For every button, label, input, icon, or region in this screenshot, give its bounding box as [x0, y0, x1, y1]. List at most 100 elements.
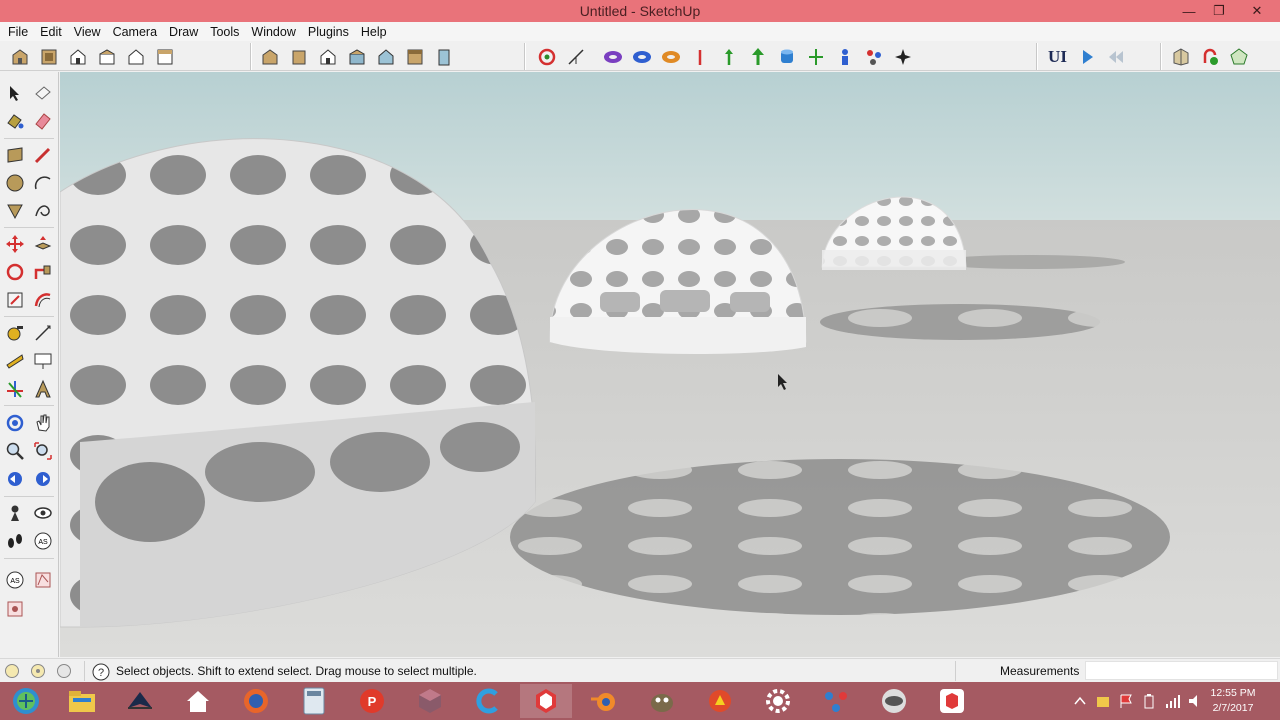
look-around-icon[interactable] [30, 500, 56, 526]
star-molecule-icon[interactable] [859, 44, 888, 70]
wine-icon[interactable] [694, 684, 746, 718]
back-edges-icon[interactable] [284, 44, 313, 70]
tray-signal-icon[interactable] [1160, 690, 1183, 712]
wps-presentation-icon[interactable]: P [346, 684, 398, 718]
windows-start-icon[interactable] [0, 684, 52, 718]
component-options-icon[interactable] [30, 567, 56, 593]
firefox-icon[interactable] [230, 684, 282, 718]
select-arrow-icon[interactable] [2, 80, 28, 106]
menu-tools[interactable]: Tools [204, 25, 245, 39]
credits-icon[interactable] [30, 663, 46, 679]
scale-icon[interactable] [2, 287, 28, 313]
text-icon[interactable] [30, 348, 56, 374]
orbit-sync-icon[interactable] [532, 44, 561, 70]
arc-icon[interactable] [30, 170, 56, 196]
close-button[interactable]: ✕ [1234, 0, 1280, 22]
pencil-icon[interactable] [30, 142, 56, 168]
settings-gear-icon[interactable] [752, 684, 804, 718]
rotate-icon[interactable] [2, 259, 28, 285]
play-icon[interactable] [1072, 44, 1101, 70]
right-view-icon[interactable] [92, 44, 121, 70]
menu-file[interactable]: File [2, 25, 34, 39]
rectangle-icon[interactable] [2, 142, 28, 168]
measurements-input[interactable] [1085, 661, 1278, 680]
menu-draw[interactable]: Draw [163, 25, 204, 39]
minimize-button[interactable]: — [1174, 0, 1204, 22]
taskbar-clock[interactable]: 12:55 PM 2/7/2017 [1206, 686, 1260, 716]
3d-text-icon[interactable] [30, 376, 56, 402]
shaded-icon[interactable] [371, 44, 400, 70]
position-camera-icon[interactable] [2, 500, 28, 526]
freehand-icon[interactable] [30, 198, 56, 224]
make-component-icon[interactable] [30, 80, 56, 106]
xray-icon[interactable] [255, 44, 284, 70]
eye-app-icon[interactable] [868, 684, 920, 718]
orbit-icon[interactable] [2, 410, 28, 436]
smoove-icon[interactable] [561, 44, 590, 70]
push-pull-icon[interactable] [30, 231, 56, 257]
torus-blue-icon[interactable] [627, 44, 656, 70]
photo-match-icon[interactable]: AS [2, 567, 28, 593]
axis-green-icon[interactable] [714, 44, 743, 70]
protractor-icon[interactable] [2, 348, 28, 374]
calculator-icon[interactable] [288, 684, 340, 718]
warehouse-icon[interactable] [1166, 44, 1195, 70]
shaded-textures-icon[interactable] [400, 44, 429, 70]
tape-measure-icon[interactable] [2, 320, 28, 346]
cylinder-blue-icon[interactable] [772, 44, 801, 70]
next-view-icon[interactable] [30, 466, 56, 492]
axes-icon[interactable] [2, 376, 28, 402]
maximize-button[interactable]: ❐ [1204, 0, 1234, 22]
tray-volume-icon[interactable] [1183, 690, 1206, 712]
tray-flag-icon[interactable] [1114, 690, 1137, 712]
wireframe-icon[interactable] [313, 44, 342, 70]
network-icon[interactable] [810, 684, 862, 718]
front-view-icon[interactable] [63, 44, 92, 70]
tray-expand-icon[interactable] [1068, 690, 1091, 712]
move-icon[interactable] [2, 231, 28, 257]
menu-view[interactable]: View [68, 25, 107, 39]
file-explorer-icon[interactable] [56, 684, 108, 718]
menu-camera[interactable]: Camera [107, 25, 163, 39]
figure-blue-icon[interactable] [830, 44, 859, 70]
menu-edit[interactable]: Edit [34, 25, 68, 39]
dimension-icon[interactable] [30, 320, 56, 346]
pan-hand-icon[interactable] [30, 410, 56, 436]
zoom-icon[interactable] [2, 438, 28, 464]
follow-me-icon[interactable] [30, 259, 56, 285]
left-view-icon[interactable] [150, 44, 179, 70]
polygon-icon[interactable] [2, 198, 28, 224]
iso-view-icon[interactable] [5, 44, 34, 70]
menu-help[interactable]: Help [355, 25, 393, 39]
account-icon[interactable] [56, 663, 72, 679]
tray-app-icon[interactable] [1091, 690, 1114, 712]
offset-icon[interactable] [30, 287, 56, 313]
torus-orange-icon[interactable] [656, 44, 685, 70]
monochrome-icon[interactable] [429, 44, 458, 70]
rewind-icon[interactable] [1101, 44, 1130, 70]
ui-button[interactable]: UI [1043, 44, 1072, 70]
sketchup-pro-icon[interactable] [114, 684, 166, 718]
geolocation-icon[interactable] [4, 663, 20, 679]
move-green-icon[interactable] [801, 44, 830, 70]
3d-cube-icon[interactable] [404, 684, 456, 718]
layout-box-icon[interactable] [926, 684, 978, 718]
circle-icon[interactable] [2, 170, 28, 196]
walk-icon[interactable] [2, 528, 28, 554]
star-dark-icon[interactable] [888, 44, 917, 70]
share-model-icon[interactable] [1224, 44, 1253, 70]
home-icon[interactable] [172, 684, 224, 718]
back-view-icon[interactable] [121, 44, 150, 70]
blender-icon[interactable] [578, 684, 630, 718]
zoom-extents-icon[interactable] [30, 438, 56, 464]
hidden-line-icon[interactable] [342, 44, 371, 70]
ccleaner-icon[interactable] [462, 684, 514, 718]
extension-icon[interactable] [1195, 44, 1224, 70]
eraser-icon[interactable] [30, 108, 56, 134]
instructor-help-icon[interactable]: ? [92, 663, 110, 681]
section-plane-icon[interactable]: AS [30, 528, 56, 554]
axis-red-icon[interactable] [685, 44, 714, 70]
top-view-icon[interactable] [34, 44, 63, 70]
solid-tools-icon[interactable] [2, 596, 28, 622]
menu-plugins[interactable]: Plugins [302, 25, 355, 39]
